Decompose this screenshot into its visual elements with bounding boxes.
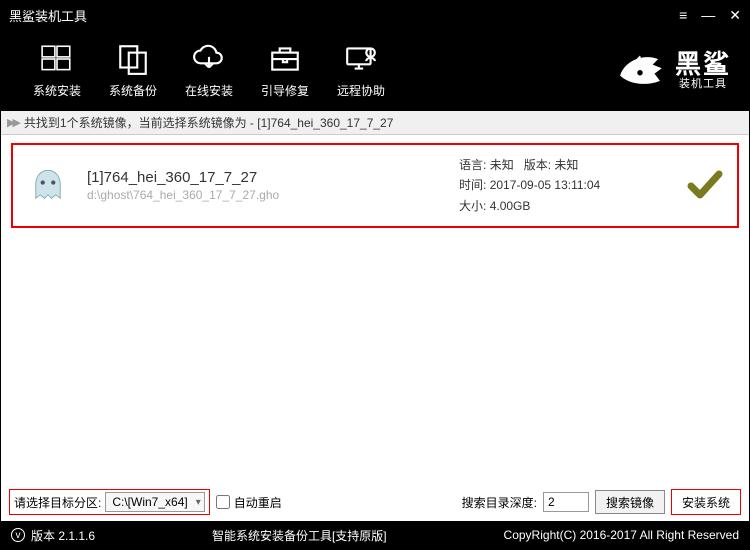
image-meta: 语言: 未知 版本: 未知 时间: 2017-09-05 13:11:04 大小… bbox=[459, 155, 669, 216]
auto-restart-checkbox[interactable]: 自动重启 bbox=[216, 494, 282, 511]
window-controls: ≡ — ✕ bbox=[679, 7, 741, 24]
tool-boot-repair[interactable]: 引导修复 bbox=[247, 42, 323, 99]
copyright-text: CopyRight(C) 2016-2017 All Right Reserve… bbox=[504, 528, 739, 542]
version-text: 版本 2.1.1.6 bbox=[31, 527, 95, 544]
copy-icon bbox=[116, 42, 150, 76]
image-main-info: [1]764_hei_360_17_7_27 d:\ghost\764_hei_… bbox=[87, 169, 441, 202]
image-title: [1]764_hei_360_17_7_27 bbox=[87, 169, 441, 186]
install-system-button[interactable]: 安装系统 bbox=[676, 490, 736, 514]
close-icon[interactable]: ✕ bbox=[729, 7, 741, 24]
menu-icon[interactable]: ≡ bbox=[679, 7, 687, 23]
logo-text-small: 装机工具 bbox=[679, 78, 727, 90]
windows-install-icon bbox=[40, 42, 74, 76]
chevron-icon: ▶▶ bbox=[7, 116, 18, 129]
content-area: [1]764_hei_360_17_7_27 d:\ghost\764_hei_… bbox=[1, 135, 749, 483]
checkmark-icon bbox=[687, 168, 723, 204]
auto-restart-input[interactable] bbox=[216, 495, 230, 509]
shark-icon bbox=[611, 41, 669, 99]
partition-label: 请选择目标分区: bbox=[14, 494, 101, 511]
logo: 黑鲨 装机工具 bbox=[611, 41, 731, 99]
toolbox-icon bbox=[268, 42, 302, 76]
window-title: 黑鲨装机工具 bbox=[9, 6, 679, 25]
info-strip: ▶▶ 共找到1个系统镜像，当前选择系统镜像为 - [1]764_hei_360_… bbox=[1, 111, 749, 135]
depth-label: 搜索目录深度: bbox=[462, 494, 537, 511]
tool-system-install[interactable]: 系统安装 bbox=[19, 42, 95, 99]
depth-input[interactable] bbox=[543, 492, 589, 512]
image-path: d:\ghost\764_hei_360_17_7_27.gho bbox=[87, 188, 441, 202]
tool-online-install[interactable]: 在线安装 bbox=[171, 42, 247, 99]
cloud-download-icon bbox=[192, 42, 226, 76]
partition-select[interactable]: C:\[Win7_x64] bbox=[105, 492, 204, 512]
status-center: 智能系统安装备份工具[支持原版] bbox=[95, 527, 504, 544]
remote-icon bbox=[344, 42, 378, 76]
system-image-item[interactable]: [1]764_hei_360_17_7_27 d:\ghost\764_hei_… bbox=[11, 143, 739, 228]
minimize-icon[interactable]: — bbox=[701, 7, 715, 23]
toolbar: 系统安装 系统备份 在线安装 引导修复 远程协助 黑鲨 装机工具 bbox=[1, 29, 749, 111]
tool-system-backup[interactable]: 系统备份 bbox=[95, 42, 171, 99]
info-text: 共找到1个系统镜像，当前选择系统镜像为 - [1]764_hei_360_17_… bbox=[24, 114, 393, 131]
tool-remote-assist[interactable]: 远程协助 bbox=[323, 42, 399, 99]
install-group: 安装系统 bbox=[671, 489, 741, 515]
version-icon: v bbox=[11, 528, 25, 542]
search-image-button[interactable]: 搜索镜像 bbox=[595, 490, 665, 514]
partition-group: 请选择目标分区: C:\[Win7_x64] bbox=[9, 489, 210, 515]
ghost-icon bbox=[27, 165, 69, 207]
logo-text-big: 黑鲨 bbox=[675, 50, 731, 79]
status-bar: v 版本 2.1.1.6 智能系统安装备份工具[支持原版] CopyRight(… bbox=[1, 521, 749, 549]
titlebar: 黑鲨装机工具 ≡ — ✕ bbox=[1, 1, 749, 29]
bottom-bar: 请选择目标分区: C:\[Win7_x64] 自动重启 搜索目录深度: 搜索镜像… bbox=[1, 483, 749, 521]
